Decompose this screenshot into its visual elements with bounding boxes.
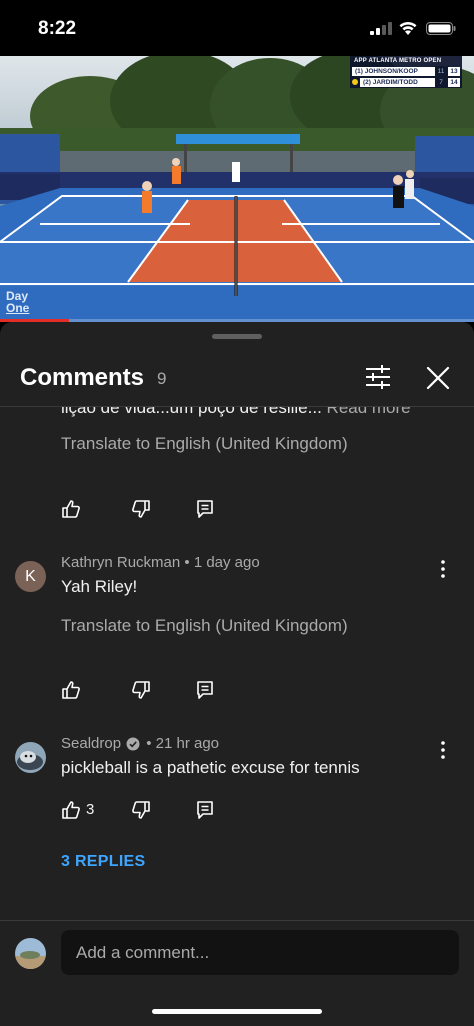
translate-link[interactable]: Translate to English (United Kingdom) xyxy=(61,616,348,636)
meta-separator: • xyxy=(142,735,156,752)
wifi-icon xyxy=(399,21,417,35)
scoreboard-overlay: APP ATLANTA METRO OPEN (1) JOHNSON/KOOP … xyxy=(350,56,462,88)
cellular-signal-icon xyxy=(370,22,392,35)
seal-avatar-image xyxy=(15,742,46,773)
status-bar: 8:22 xyxy=(0,0,474,56)
serve-indicator-icon xyxy=(352,79,358,85)
like-count: 3 xyxy=(86,801,95,818)
footer-divider xyxy=(0,920,474,921)
thumbs-down-icon[interactable] xyxy=(130,498,152,520)
read-more-link[interactable]: Read more xyxy=(322,407,411,417)
game-score: 13 xyxy=(448,66,460,76)
thumbs-up-icon[interactable] xyxy=(60,498,82,520)
thumbs-down-icon[interactable] xyxy=(130,799,152,821)
comment-time: 21 hr ago xyxy=(155,735,220,752)
reply-icon[interactable] xyxy=(194,679,216,701)
comment-meta: Sealdrop • 21 hr ago xyxy=(61,735,219,752)
pickleball-court-video-frame xyxy=(0,56,474,322)
comment-time: 1 day ago xyxy=(193,554,260,571)
add-comment-input[interactable] xyxy=(61,930,459,975)
thumbs-up-icon[interactable] xyxy=(60,679,82,701)
team-name: (1) JOHNSON/KOOP xyxy=(352,66,435,76)
verified-check-icon xyxy=(126,737,140,750)
comments-header: Comments 9 xyxy=(0,352,474,404)
thumbs-up-icon[interactable] xyxy=(60,799,82,821)
comments-title: Comments xyxy=(20,364,145,391)
comment-text: Yah Riley! xyxy=(61,577,138,596)
watermark-line: One xyxy=(6,301,30,315)
avatar[interactable] xyxy=(15,742,46,773)
game-score: 14 xyxy=(448,77,460,87)
more-vert-icon[interactable] xyxy=(436,740,450,760)
user-avatar-image xyxy=(15,938,46,969)
view-replies-button[interactable]: 3 REPLIES xyxy=(61,853,146,871)
status-time: 8:22 xyxy=(38,18,77,39)
scoreboard-title: APP ATLANTA METRO OPEN xyxy=(354,58,442,64)
video-player[interactable]: APP ATLANTA METRO OPEN (1) JOHNSON/KOOP … xyxy=(0,56,474,322)
comment-text: lição de vida...um poço de resilie... xyxy=(61,407,322,417)
team-name: (2) JARDIM/TODD xyxy=(360,77,435,87)
translate-link[interactable]: Translate to English (United Kingdom) xyxy=(61,434,348,454)
sliders-icon[interactable] xyxy=(364,364,392,390)
home-indicator[interactable] xyxy=(152,1009,322,1014)
comment-text: pickleball is a pathetic excuse for tenn… xyxy=(61,758,360,777)
meta-separator: • xyxy=(180,554,194,571)
comment-author[interactable]: Sealdrop xyxy=(61,735,121,752)
channel-watermark-logo: Day One xyxy=(6,290,29,314)
scoreboard-row: (1) JOHNSON/KOOP 11 13 xyxy=(352,66,460,76)
sheet-drag-handle[interactable] xyxy=(212,334,262,339)
comment-text-truncated: lição de vida...um poço de resilie... Re… xyxy=(61,407,411,418)
game-score: 7 xyxy=(439,78,443,86)
reply-icon[interactable] xyxy=(194,498,216,520)
comments-sheet: Comments 9 lição de vida...um poço de re… xyxy=(0,322,474,1026)
comments-count: 9 xyxy=(157,369,167,388)
comments-list[interactable]: lição de vida...um poço de resilie... Re… xyxy=(0,407,474,920)
more-vert-icon[interactable] xyxy=(436,559,450,579)
comment-author[interactable]: Kathryn Ruckman xyxy=(61,554,180,571)
avatar[interactable]: K xyxy=(15,561,46,592)
game-score: 11 xyxy=(437,67,445,75)
close-icon[interactable] xyxy=(424,364,452,392)
current-user-avatar xyxy=(15,938,46,969)
thumbs-down-icon[interactable] xyxy=(130,679,152,701)
scoreboard-row: (2) JARDIM/TODD 7 14 xyxy=(352,77,460,87)
comment-meta: Kathryn Ruckman • 1 day ago xyxy=(61,554,260,571)
reply-icon[interactable] xyxy=(194,799,216,821)
battery-icon xyxy=(426,22,456,35)
